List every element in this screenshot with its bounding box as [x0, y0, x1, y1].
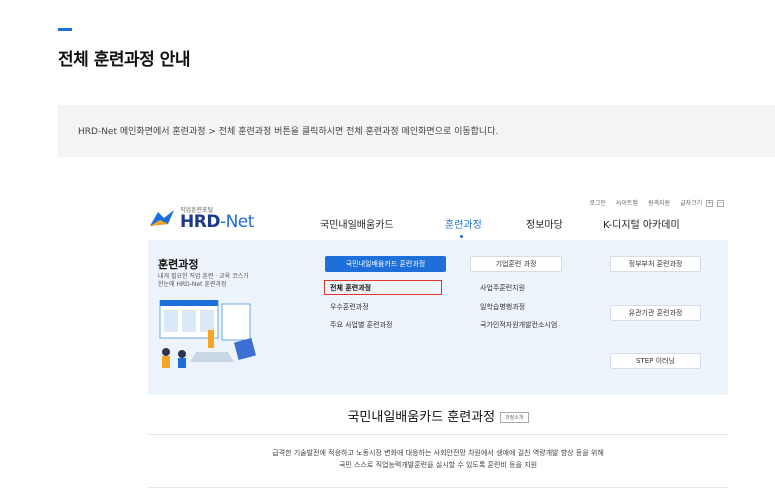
zoom-in-button[interactable]: + — [706, 200, 714, 207]
major-project-courses-link[interactable]: 주요 사업별 훈련과정 — [330, 320, 392, 330]
section-description: 급격한 기술발전에 적응하고 노동시장 변화에 대응하는 사회안전망 차원에서 … — [148, 447, 728, 471]
employer-training-support-link[interactable]: 사업주훈련지원 — [480, 283, 525, 293]
active-nav-dot — [460, 235, 463, 238]
main-navigation: 국민내일배움카드 훈련과정 정보마당 K-디지털 아카데미 — [148, 216, 728, 238]
hrd-net-screenshot: 로그인 사이트맵 원격지원 글자크기 + − 직업훈련포털 HRD-Net 국민… — [148, 190, 728, 503]
section-divider-top — [148, 434, 728, 435]
government-ministry-courses-button[interactable]: 정부부처 훈련과정 — [610, 256, 701, 272]
course-intro-tag[interactable]: 과정소개 — [500, 412, 529, 423]
nav-item-info-square[interactable]: 정보마당 — [526, 216, 563, 231]
title-accent-bar — [58, 28, 72, 31]
national-hr-consortium-link[interactable]: 국가인적자원개발컨소시엄 — [480, 320, 557, 330]
page-title: 전체 훈련과정 안내 — [58, 50, 190, 70]
training-illustration-icon — [159, 300, 257, 368]
sitemap-link[interactable]: 사이트맵 — [616, 198, 638, 207]
info-text: HRD-Net 메인화면에서 훈련과정 > 전체 훈련과정 버튼을 클릭하시면 … — [78, 127, 499, 137]
related-agency-courses-button[interactable]: 유관기관 훈련과정 — [610, 305, 701, 321]
section-divider-bottom — [148, 487, 728, 488]
learning-card-courses-button[interactable]: 국민내일배움카드 훈련과정 — [325, 256, 446, 272]
section-description-line-1: 급격한 기술발전에 적응하고 노동시장 변화에 대응하는 사회안전망 차원에서 … — [272, 449, 604, 457]
zoom-out-button[interactable]: − — [717, 200, 724, 207]
login-link[interactable]: 로그인 — [589, 198, 606, 207]
info-box: HRD-Net 메인화면에서 훈련과정 > 전체 훈련과정 버튼을 클릭하시면 … — [58, 105, 775, 157]
mega-menu-description: 내게 필요한 직업 훈련 · 교육 코스가 한눈에 HRD-Net 훈련과정 — [158, 273, 249, 289]
font-size-control: 글자크기 + − — [680, 198, 724, 207]
nav-item-k-digital-academy[interactable]: K-디지털 아카데미 — [603, 216, 680, 231]
font-size-label: 글자크기 — [680, 200, 703, 207]
corporate-training-button[interactable]: 기업훈련 과정 — [470, 256, 562, 272]
mega-menu-title: 훈련과정 — [158, 258, 199, 271]
all-courses-link[interactable]: 전체 훈련과정 — [330, 283, 371, 293]
section-title-text: 국민내일배움카드 훈련과정 — [347, 410, 496, 425]
section-description-line-2: 국민 스스로 직업능력개발훈련을 실시할 수 있도록 훈련비 등을 지원 — [338, 461, 538, 469]
excellent-courses-link[interactable]: 우수훈련과정 — [330, 302, 369, 312]
mega-menu-description-line-2: 한눈에 HRD-Net 훈련과정 — [158, 281, 227, 288]
remote-support-link[interactable]: 원격지원 — [648, 198, 670, 207]
nav-item-learning-card[interactable]: 국민내일배움카드 — [320, 216, 394, 231]
section-title: 국민내일배움카드 훈련과정 과정소개 — [148, 406, 728, 425]
mega-menu-description-line-1: 내게 필요한 직업 훈련 · 교육 코스가 — [158, 273, 249, 280]
nav-item-training-courses[interactable]: 훈련과정 — [445, 216, 482, 231]
utility-menu: 로그인 사이트맵 원격지원 글자크기 + − — [589, 198, 724, 207]
step-elearning-button[interactable]: STEP 이러닝 — [610, 353, 701, 369]
work-study-course-link[interactable]: 일학습병행과정 — [480, 302, 525, 312]
